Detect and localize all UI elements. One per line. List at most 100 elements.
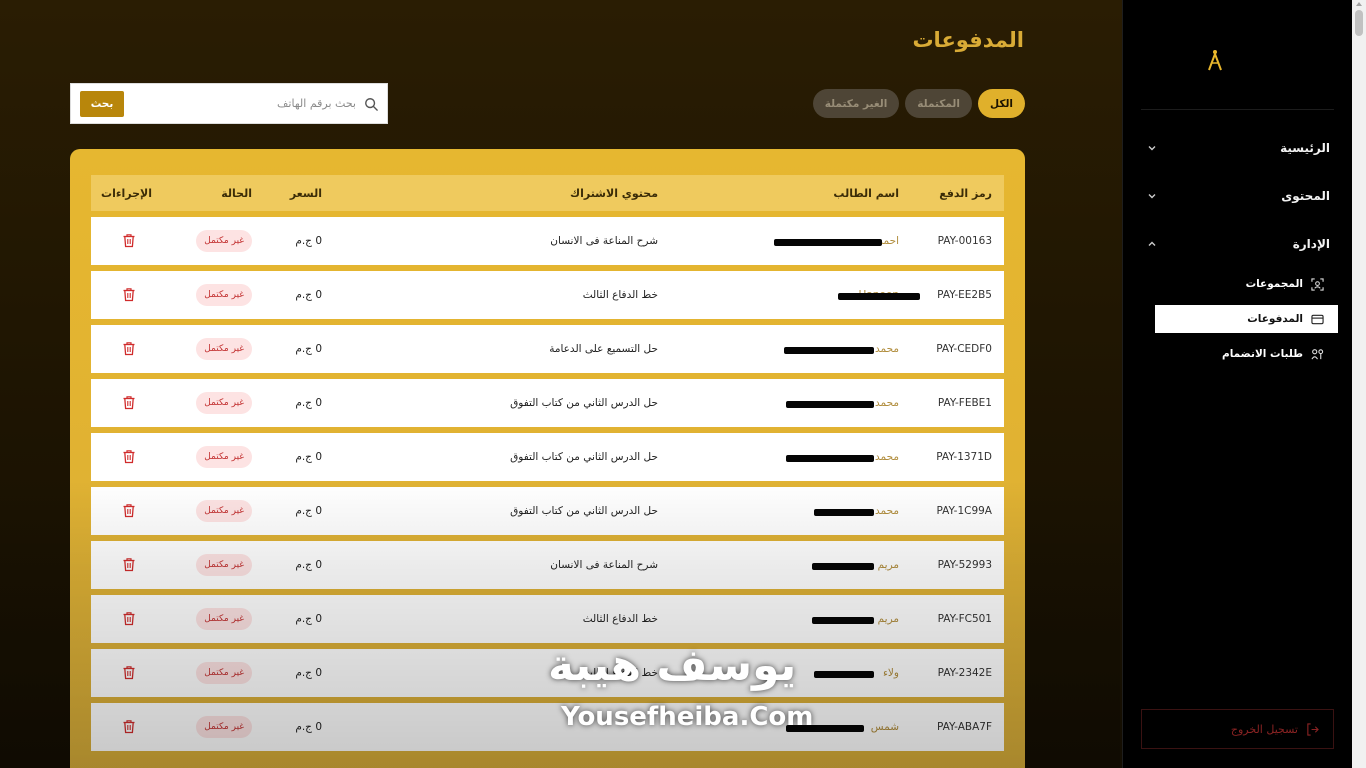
price: 0 ج.م (295, 343, 322, 355)
search-icon (365, 97, 378, 111)
sidebar-item-payments[interactable]: المدفوعات (1155, 305, 1338, 333)
payment-code: PAY-FEBE1 (937, 397, 992, 409)
trash-icon[interactable] (122, 395, 136, 410)
watermark-english: Yousefheiba.Com (561, 702, 814, 732)
payment-code: PAY-1371D (936, 451, 992, 463)
filter-incomplete-button[interactable]: الغير مكتملة (812, 89, 900, 118)
nav-home-label: الرئيسية (1280, 141, 1330, 155)
status-badge: غير مكتمل (196, 284, 252, 306)
price: 0 ج.م (295, 451, 322, 463)
status-badge: غير مكتمل (196, 662, 252, 684)
sidebar-item-groups[interactable]: المجموعات (1155, 270, 1338, 298)
table-row: PAY-EE2B5Haneenخط الدفاع الثالث0 ج.مغير … (91, 271, 1004, 319)
trash-icon[interactable] (122, 341, 136, 356)
redaction-bar (812, 617, 874, 624)
price: 0 ج.م (295, 397, 322, 409)
header-code: رمز الدفع (939, 186, 992, 200)
subscription-content: خط الدفاع الثالث (582, 613, 658, 625)
trash-icon[interactable] (122, 233, 136, 248)
subscription-content: حل الدرس الثاني من كتاب التفوق (510, 505, 658, 517)
sidebar-item-join-requests[interactable]: طلبات الانضمام (1155, 340, 1338, 368)
student-name: مريم (877, 613, 899, 625)
trash-icon[interactable] (122, 503, 136, 518)
logo-icon (1208, 50, 1222, 71)
student-name: محمد (875, 451, 899, 463)
search-input[interactable] (124, 97, 356, 110)
search-button[interactable]: بحث (80, 90, 124, 117)
sidebar-item-groups-label: المجموعات (1245, 278, 1303, 290)
logout-icon (1307, 722, 1319, 736)
status-badge: غير مكتمل (196, 392, 252, 414)
nav-admin[interactable]: الإدارة (1141, 229, 1334, 259)
trash-icon[interactable] (122, 719, 136, 734)
search-bar: بحث (70, 83, 388, 124)
status-badge: غير مكتمل (196, 554, 252, 576)
trash-icon[interactable] (122, 287, 136, 302)
redaction-bar (814, 509, 874, 516)
price: 0 ج.م (295, 613, 322, 625)
status-badge: غير مكتمل (196, 500, 252, 522)
logout-label: تسجيل الخروج (1230, 722, 1298, 736)
chevron-up-icon (1148, 241, 1156, 246)
trash-icon[interactable] (122, 611, 136, 626)
credit-card-icon (1311, 314, 1324, 324)
payment-code: PAY-1C99A (936, 505, 992, 517)
nav-content[interactable]: المحتوى (1141, 181, 1334, 211)
sidebar: الرئيسية المحتوى الإدارة المجموعات المدف… (1122, 0, 1352, 768)
page-scrollbar[interactable] (1352, 0, 1366, 768)
status-badge: غير مكتمل (196, 338, 252, 360)
header-actions: الإجراءات (101, 186, 152, 200)
table-header: رمز الدفع اسم الطالب محتوي الاشتراك السع… (91, 175, 1004, 211)
header-price: السعر (289, 186, 322, 200)
redaction-bar (786, 401, 874, 408)
trash-icon[interactable] (122, 665, 136, 680)
payment-code: PAY-FC501 (937, 613, 992, 625)
filter-pills: الكل المكتملة الغير مكتملة (812, 89, 1025, 118)
subscription-content: حل الدرس الثاني من كتاب التفوق (510, 451, 658, 463)
nav-home[interactable]: الرئيسية (1141, 133, 1334, 163)
nav-admin-label: الإدارة (1292, 237, 1330, 251)
sidebar-divider (1141, 109, 1334, 110)
subscription-content: حل التسميع على الدعامة (549, 343, 658, 355)
user-key-icon (1311, 348, 1324, 359)
table-row: PAY-ABA7F شمس 0 ج.م غير مكتمل (91, 703, 1004, 751)
student-name: شمس (870, 721, 899, 733)
trash-icon[interactable] (122, 557, 136, 572)
price: 0 ج.م (295, 721, 322, 733)
payment-code: PAY-EE2B5 (937, 289, 992, 301)
redaction-bar (774, 239, 882, 246)
logout-button[interactable]: تسجيل الخروج (1141, 709, 1334, 749)
payment-code: PAY-CEDF0 (936, 343, 992, 355)
status-badge: غير مكتمل (196, 446, 252, 468)
subscription-content: شرح المناعة فى الانسان (550, 235, 658, 247)
redaction-bar (784, 347, 874, 354)
redaction-bar (812, 563, 874, 570)
table-row: PAY-1C99A محمد حل الدرس الثاني من كتاب الت… (91, 487, 1004, 535)
page-title: المدفوعات (912, 28, 1024, 52)
header-content: محتوي الاشتراك (570, 186, 658, 200)
subscription-content: حل الدرس الثاني من كتاب التفوق (510, 397, 658, 409)
payment-code: PAY-ABA7F (936, 721, 992, 733)
student-name: محمد (875, 397, 899, 409)
payment-code: PAY-00163 (937, 235, 992, 247)
redaction-bar (814, 671, 874, 678)
status-badge: غير مكتمل (196, 608, 252, 630)
sidebar-item-join-requests-label: طلبات الانضمام (1222, 348, 1303, 360)
groups-icon (1311, 277, 1324, 291)
payment-code: PAY-2342E (937, 667, 992, 679)
table-row: PAY-1371D محمد حل الدرس الثاني من كتاب الت… (91, 433, 1004, 481)
trash-icon[interactable] (122, 449, 136, 464)
table-row: PAY-52993 مريم شرح المناعة فى الانسان 0 ج.م… (91, 541, 1004, 589)
filter-complete-button[interactable]: المكتملة (905, 89, 972, 118)
subscription-content: خط الدفاع الثالث (582, 289, 658, 301)
redaction-bar (786, 455, 874, 462)
subscription-content: شرح المناعة فى الانسان (550, 559, 658, 571)
scroll-up-arrow-icon[interactable] (1356, 2, 1362, 6)
table-row: PAY-00163 احمد شرح المناعة فى الانسان 0 ج.م… (91, 217, 1004, 265)
student-name: محمد (875, 505, 899, 517)
scroll-thumb[interactable] (1355, 10, 1363, 36)
table-row: PAY-CEDF0 محمد حل التسميع على الدعامة 0 ج.م… (91, 325, 1004, 373)
status-badge: غير مكتمل (196, 716, 252, 738)
sidebar-item-payments-label: المدفوعات (1247, 313, 1303, 325)
filter-all-button[interactable]: الكل (977, 89, 1025, 118)
